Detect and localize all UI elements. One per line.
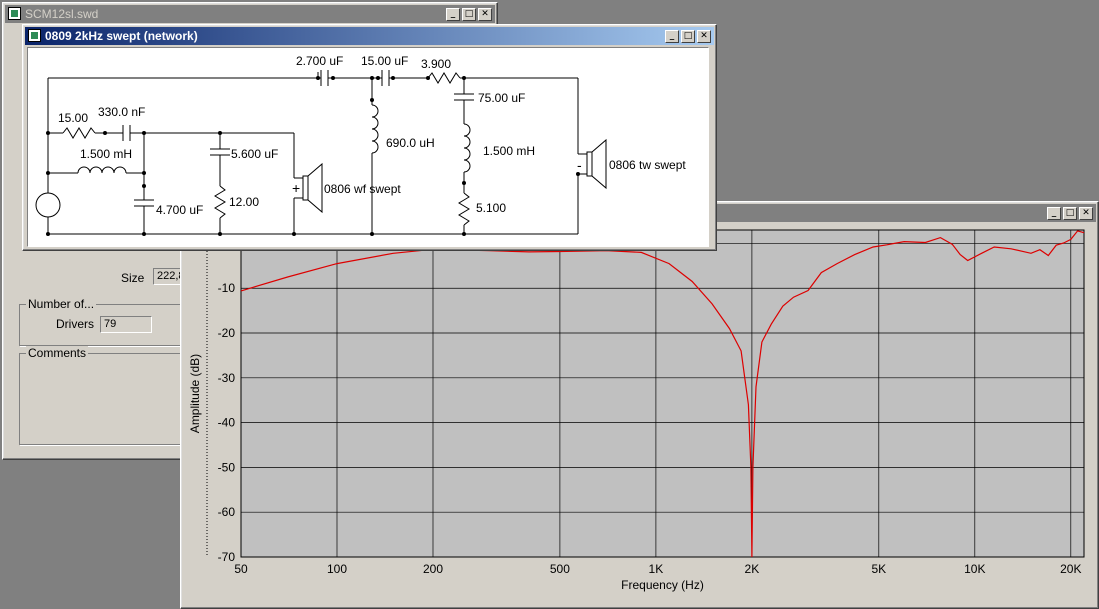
c3-label: 330.0 nF [98,105,145,119]
network-app-icon [28,29,41,42]
crossover-schematic: 2.700 uF 15.00 uF 3.900 15.00 330.0 nF 1… [35,54,686,236]
x-tick-label: 20K [1060,562,1081,576]
maximize-icon[interactable]: □ [1063,207,1077,220]
size-label: Size [121,271,145,285]
l3-label: 1.500 mH [483,144,535,158]
comments-label: Comments [26,346,89,360]
close-icon[interactable]: ✕ [1079,207,1093,220]
x-tick-label: 200 [423,562,443,576]
network-window[interactable]: 0809 2kHz swept (network) _ □ ✕ 2.700 uF… [22,24,717,251]
comments-group[interactable]: Comments [19,346,191,445]
y-tick-label: -70 [218,550,236,564]
r-top-label: 3.900 [421,57,451,71]
y-tick-label: -30 [218,371,236,385]
drivers-label: Drivers [56,317,94,331]
woofer-polarity: + [292,180,300,196]
schematic-canvas[interactable]: 2.700 uF 15.00 uF 3.900 15.00 330.0 nF 1… [27,47,709,247]
x-tick-label: 2K [745,562,760,576]
number-of-label: Number of... [26,297,97,311]
x-tick-label: 5K [871,562,886,576]
r1-label: 15.00 [58,111,88,125]
l2-label: 690.0 uH [386,136,435,150]
c4-label: 5.600 uF [231,147,278,161]
minimize-icon[interactable]: _ [665,30,679,43]
r2-label: 12.00 [229,195,259,209]
close-icon[interactable]: ✕ [697,30,711,43]
tweeter-polarity: - [577,157,582,173]
frequency-response-chart[interactable]: 501002005001K2K5K10K20K0-10-20-30-40-50-… [183,224,1098,608]
tweeter-label: 0806 tw swept [609,158,686,172]
x-tick-label: 10K [964,562,985,576]
maximize-icon[interactable]: □ [681,30,695,43]
c1-label: 2.700 uF [296,54,343,68]
woofer-label: 0806 wf swept [324,182,401,196]
x-tick-label: 100 [327,562,347,576]
window-app-icon [8,7,21,20]
drivers-field[interactable]: 79 [100,316,152,333]
y-tick-label: -60 [218,505,236,519]
network-title: 0809 2kHz swept (network) [45,29,198,43]
r3-label: 5.100 [476,201,506,215]
l1-label: 1.500 mH [80,147,132,161]
minimize-icon[interactable]: _ [446,8,460,21]
y-tick-label: -40 [218,416,236,430]
c2-label: 15.00 uF [361,54,408,68]
x-tick-label: 500 [550,562,570,576]
driver-properties-titlebar[interactable]: SCM12sl.swd _ □ ✕ [5,5,495,23]
c5-label: 4.700 uF [156,203,203,217]
c6-label: 75.00 uF [478,91,525,105]
minimize-icon[interactable]: _ [1047,207,1061,220]
driver-properties-title: SCM12sl.swd [25,7,99,21]
response-window[interactable]: _ □ ✕ 501002005001K2K5K10K20K0-10-20-30-… [180,201,1099,609]
plot-area [240,229,1085,558]
network-titlebar[interactable]: 0809 2kHz swept (network) _ □ ✕ [25,27,714,45]
y-tick-label: -10 [218,281,236,295]
x-tick-label: 1K [649,562,664,576]
y-tick-label: -50 [218,460,236,474]
x-tick-label: 50 [234,562,248,576]
maximize-icon[interactable]: □ [462,8,476,21]
close-icon[interactable]: ✕ [478,8,492,21]
y-tick-label: -20 [218,326,236,340]
y-axis-label: Amplitude (dB) [188,354,202,433]
x-axis-label: Frequency (Hz) [621,578,704,592]
